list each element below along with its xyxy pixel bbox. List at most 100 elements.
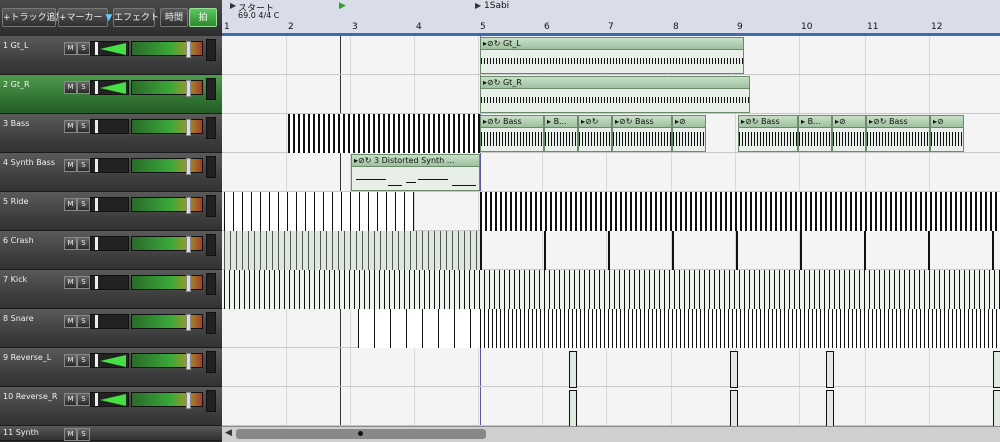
- solo-button[interactable]: S: [77, 81, 90, 94]
- pan-control[interactable]: [90, 275, 129, 290]
- volume-slider[interactable]: [131, 119, 203, 136]
- audio-clip[interactable]: ▸⊘: [672, 115, 706, 152]
- pan-control[interactable]: [90, 236, 129, 251]
- volume-slider[interactable]: [131, 236, 203, 253]
- midi-note: [406, 182, 416, 183]
- track-header[interactable]: 5 Ride M S: [0, 192, 222, 231]
- volume-slider[interactable]: [131, 80, 203, 97]
- playhead-marker-icon[interactable]: ▶: [339, 1, 346, 11]
- audio-clip[interactable]: ▸⊘: [930, 115, 964, 152]
- kick-hits: [224, 270, 1000, 309]
- midi-clip[interactable]: ▸⊘↻ 3 Distorted Synth ...: [351, 154, 480, 191]
- mute-button[interactable]: M: [64, 237, 77, 250]
- marker-sabi-label[interactable]: 1Sabi: [484, 1, 509, 11]
- audio-clip[interactable]: ▸⊘↻ Bass: [738, 115, 798, 152]
- lane[interactable]: ▸⊘↻ Gt_R: [222, 75, 1000, 114]
- add-marker-button[interactable]: +マーカー ▼: [58, 8, 112, 27]
- clip-controls-icon: ▸⊘↻: [483, 78, 501, 87]
- reverse-clip[interactable]: [730, 351, 738, 388]
- mute-button[interactable]: M: [64, 315, 77, 328]
- reverse-clip[interactable]: [993, 351, 1000, 388]
- audio-clip[interactable]: ▸⊘↻ Bass: [866, 115, 930, 152]
- pan-control[interactable]: [90, 158, 129, 173]
- volume-slider[interactable]: [131, 197, 203, 214]
- audio-clip[interactable]: ▸⊘: [832, 115, 866, 152]
- time-toggle[interactable]: 時間: [160, 8, 188, 27]
- horizontal-scrollbar[interactable]: ◀: [222, 426, 1000, 442]
- mute-button[interactable]: M: [64, 354, 77, 367]
- track-name: 8 Snare: [3, 314, 34, 323]
- lane[interactable]: [222, 387, 1000, 426]
- track-header[interactable]: 10 Reverse_R M S: [0, 387, 222, 426]
- volume-slider[interactable]: [131, 353, 203, 370]
- reverse-clip[interactable]: [569, 351, 577, 388]
- reverse-clip[interactable]: [569, 390, 577, 426]
- lane[interactable]: [222, 231, 1000, 270]
- solo-button[interactable]: S: [77, 315, 90, 328]
- pan-control[interactable]: [90, 353, 129, 368]
- reverse-clip[interactable]: [993, 390, 1000, 426]
- track-header[interactable]: 9 Reverse_L M S: [0, 348, 222, 387]
- audio-clip[interactable]: ▸ B...: [798, 115, 832, 152]
- audio-clip[interactable]: ▸⊘↻ Bass: [612, 115, 672, 152]
- lane[interactable]: ▸⊘↻ 3 Distorted Synth ...: [222, 153, 1000, 192]
- track-header[interactable]: 3 Bass M S: [0, 114, 222, 153]
- timeline-ruler[interactable]: ▶ スタート 69.0 4/4 C ▶ ▶ 1Sabi 1 2 3 4 5 6 …: [222, 0, 1000, 37]
- pan-control[interactable]: [90, 197, 129, 212]
- solo-button[interactable]: S: [77, 237, 90, 250]
- audio-clip[interactable]: ▸⊘↻ Bass: [480, 115, 544, 152]
- track-header[interactable]: 1 Gt_L M S: [0, 36, 222, 75]
- solo-button[interactable]: S: [77, 393, 90, 406]
- lane[interactable]: [222, 348, 1000, 388]
- pan-control[interactable]: [90, 119, 129, 134]
- reverse-clip[interactable]: [826, 351, 834, 388]
- pan-control[interactable]: [90, 314, 129, 329]
- mute-button[interactable]: M: [64, 428, 77, 441]
- arrangement-area[interactable]: ▸⊘↻ Gt_L ▸⊘↻ Gt_R ▸⊘↻ Bass ▸ B... ▸⊘↻ ▸⊘…: [222, 36, 1000, 426]
- mute-button[interactable]: M: [64, 393, 77, 406]
- effects-button[interactable]: エフェクト: [113, 8, 159, 27]
- solo-button[interactable]: S: [77, 120, 90, 133]
- lane[interactable]: [222, 270, 1000, 309]
- solo-button[interactable]: S: [77, 276, 90, 289]
- lane[interactable]: [222, 309, 1000, 348]
- add-track-button[interactable]: +トラック追加: [2, 8, 65, 27]
- lane[interactable]: [222, 192, 1000, 231]
- track-header[interactable]: 7 Kick M S: [0, 270, 222, 309]
- scroll-left-icon[interactable]: ◀: [225, 428, 232, 438]
- mute-button[interactable]: M: [64, 120, 77, 133]
- pan-control[interactable]: [90, 41, 129, 56]
- clip-name: Bass: [760, 117, 780, 126]
- audio-clip[interactable]: ▸⊘↻: [578, 115, 612, 152]
- track-header[interactable]: 2 Gt_R M S: [0, 75, 222, 114]
- track-header[interactable]: 6 Crash M S: [0, 231, 222, 270]
- volume-slider[interactable]: [131, 392, 203, 409]
- track-header[interactable]: 11 Synth M S: [0, 426, 222, 441]
- volume-slider[interactable]: [131, 314, 203, 331]
- mute-button[interactable]: M: [64, 42, 77, 55]
- audio-clip[interactable]: ▸ B...: [544, 115, 578, 152]
- audio-clip[interactable]: ▸⊘↻ Gt_L: [480, 37, 744, 74]
- volume-slider[interactable]: [131, 158, 203, 175]
- pan-control[interactable]: [90, 80, 129, 95]
- mute-button[interactable]: M: [64, 81, 77, 94]
- track-header[interactable]: 8 Snare M S: [0, 309, 222, 348]
- lane[interactable]: ▸⊘↻ Gt_L: [222, 36, 1000, 75]
- solo-button[interactable]: S: [77, 159, 90, 172]
- mute-button[interactable]: M: [64, 276, 77, 289]
- volume-slider[interactable]: [131, 275, 203, 292]
- pan-control[interactable]: [90, 392, 129, 407]
- volume-slider[interactable]: [131, 41, 203, 58]
- solo-button[interactable]: S: [77, 42, 90, 55]
- lane[interactable]: ▸⊘↻ Bass ▸ B... ▸⊘↻ ▸⊘↻ Bass ▸⊘ ▸⊘↻ Bass…: [222, 114, 1000, 153]
- mute-button[interactable]: M: [64, 198, 77, 211]
- solo-button[interactable]: S: [77, 198, 90, 211]
- solo-button[interactable]: S: [77, 428, 90, 441]
- mute-button[interactable]: M: [64, 159, 77, 172]
- reverse-clip[interactable]: [730, 390, 738, 426]
- track-header[interactable]: 4 Synth Bass M S: [0, 153, 222, 192]
- audio-clip[interactable]: ▸⊘↻ Gt_R: [480, 76, 750, 113]
- beat-toggle[interactable]: 拍: [189, 8, 217, 27]
- reverse-clip[interactable]: [826, 390, 834, 426]
- solo-button[interactable]: S: [77, 354, 90, 367]
